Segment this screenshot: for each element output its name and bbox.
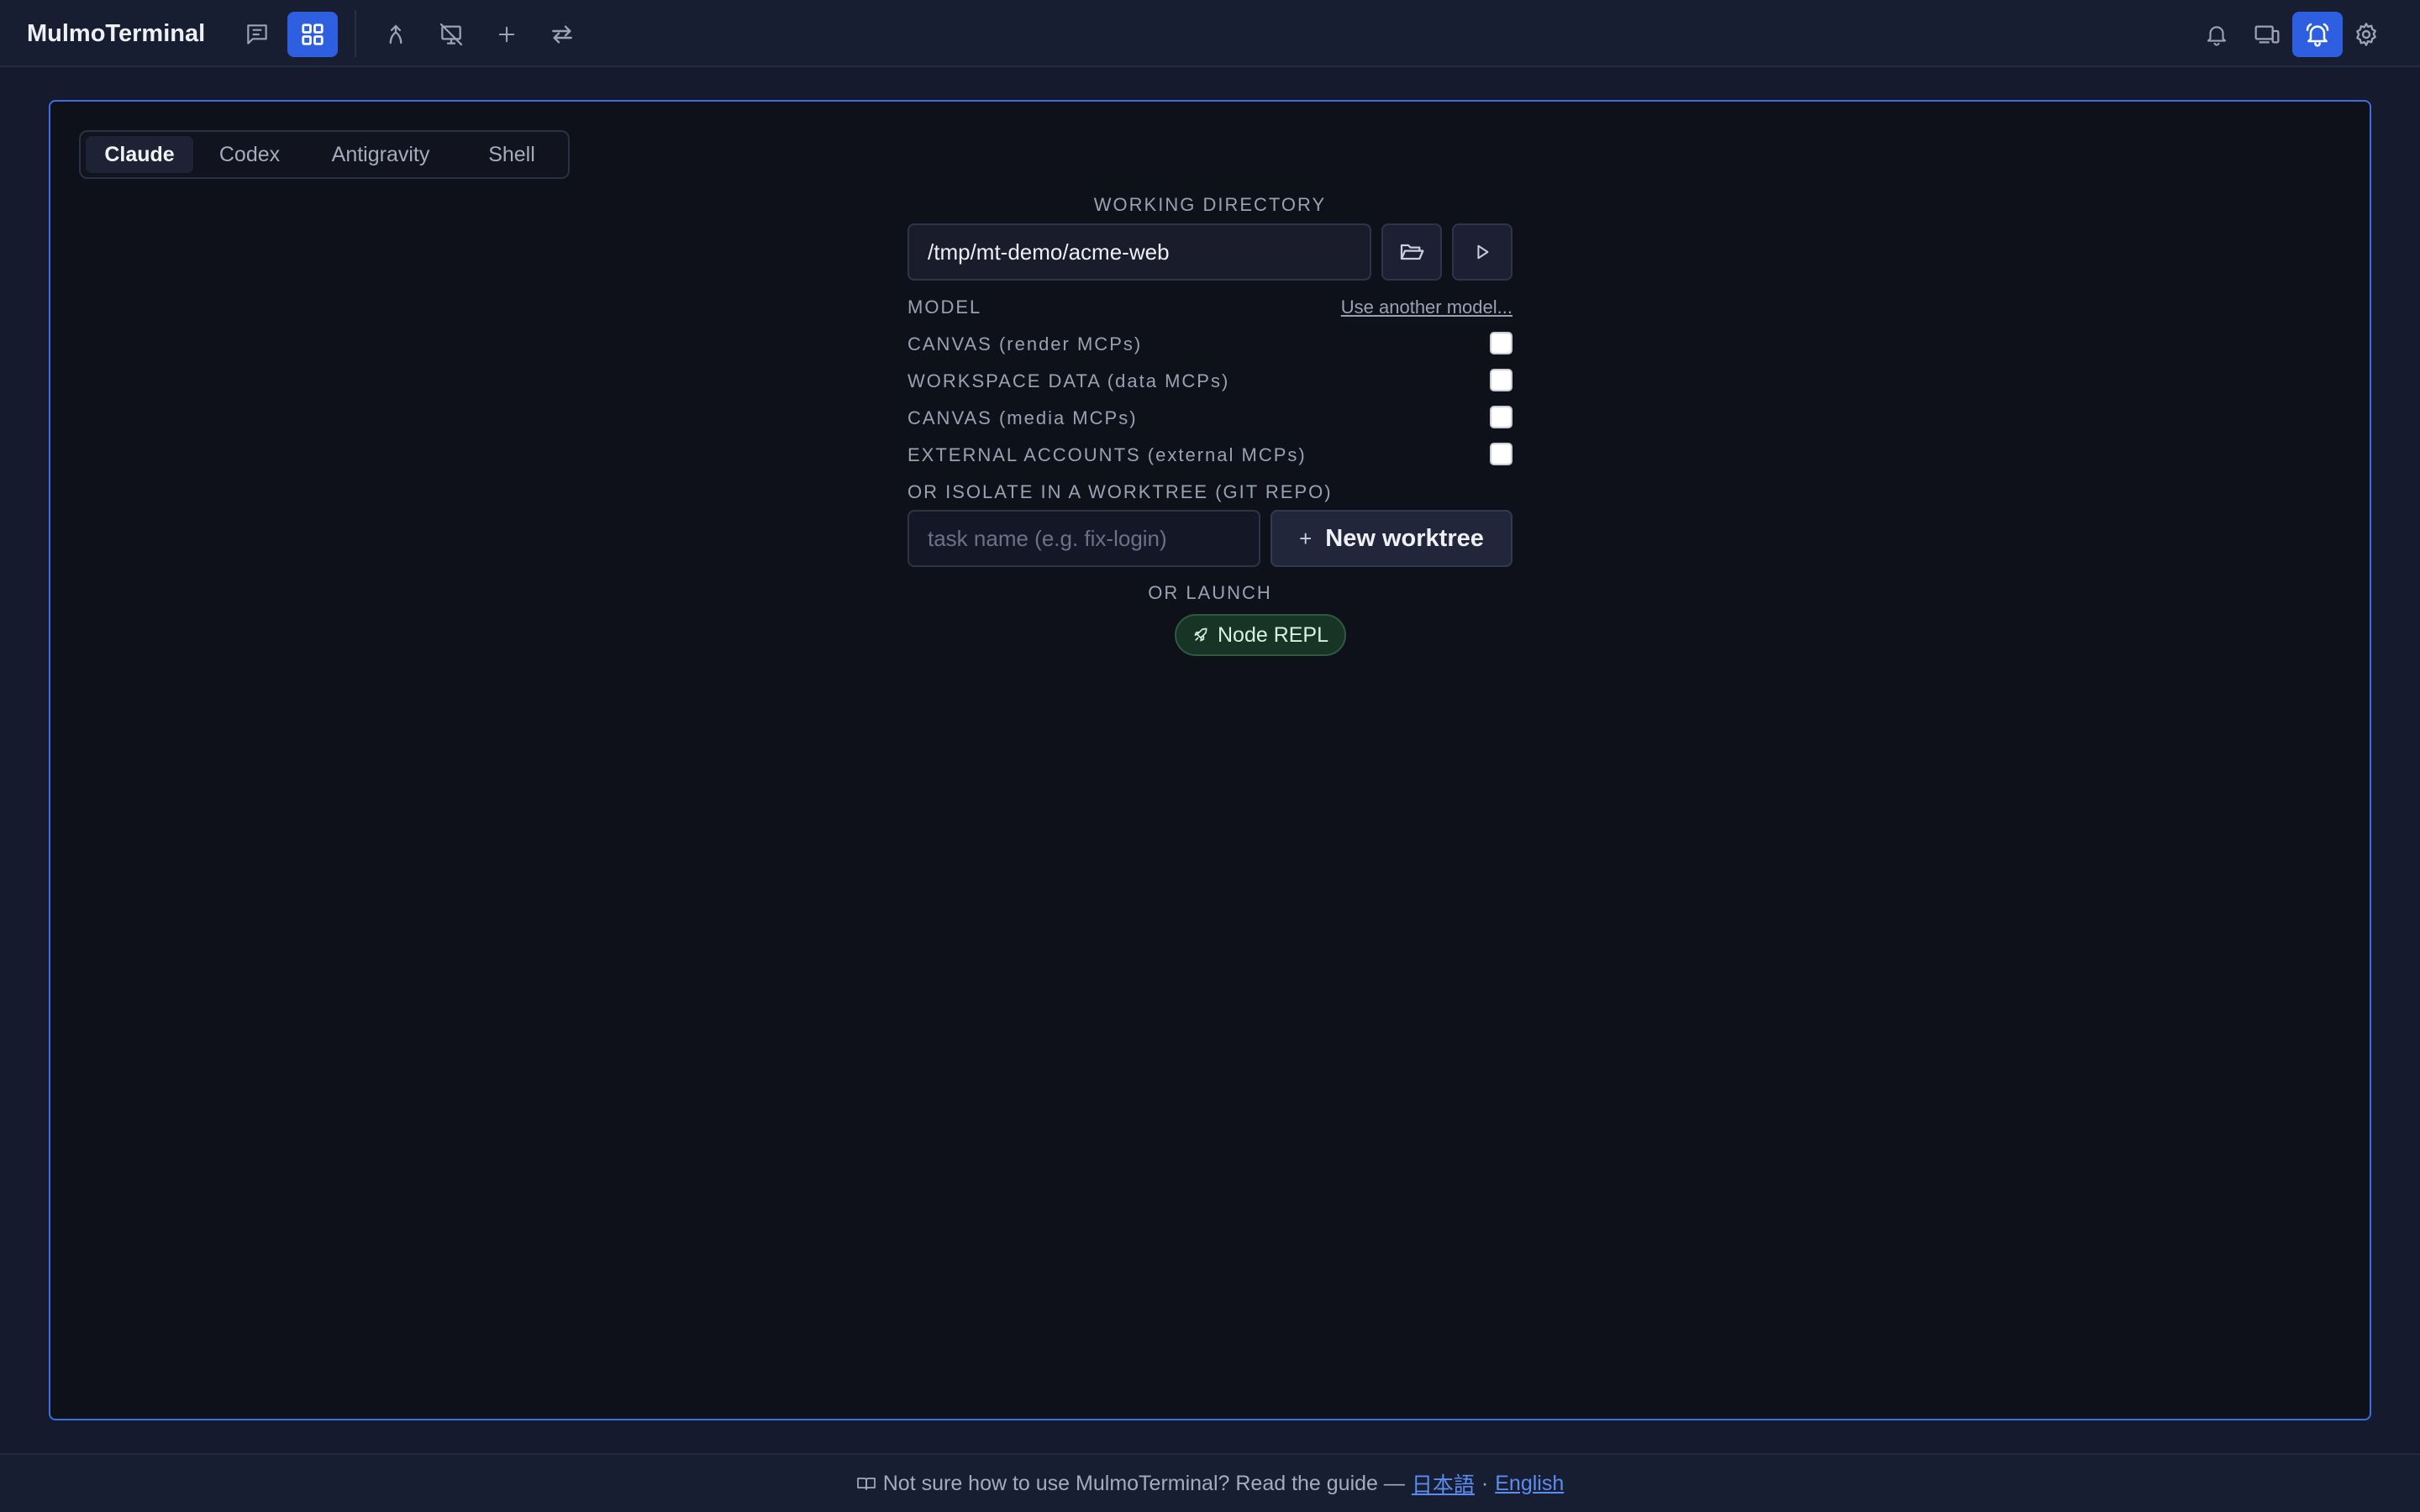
guide-icon: [856, 1473, 876, 1494]
footer: Not sure how to use MulmoTerminal? Read …: [0, 1453, 2420, 1512]
checkbox-canvas-render[interactable]: [1490, 332, 1512, 354]
checkbox-external-accounts[interactable]: [1490, 443, 1512, 465]
folder-open-icon: [1398, 239, 1425, 265]
launch-form: WORKING DIRECTORY MODEL Use another mode…: [908, 102, 1512, 774]
bell-icon: [2204, 22, 2229, 47]
swap-icon: [549, 21, 576, 48]
play-icon: [1473, 243, 1491, 261]
footer-separator: ·: [1481, 1471, 1489, 1495]
chat-button[interactable]: [232, 12, 282, 57]
guide-link-english[interactable]: English: [1495, 1472, 1564, 1496]
tab-codex[interactable]: Codex: [198, 136, 301, 173]
node-repl-button[interactable]: Node REPL: [1175, 614, 1346, 656]
use-another-model-link[interactable]: Use another model...: [1341, 297, 1512, 318]
agent-tabs: Claude Codex Antigravity Shell: [79, 130, 570, 179]
working-directory-label: WORKING DIRECTORY: [1093, 194, 1327, 215]
grid-view-button[interactable]: [287, 12, 338, 57]
notifications-button[interactable]: [2191, 12, 2242, 57]
no-screen-icon: [438, 21, 465, 48]
start-session-button[interactable]: [1452, 223, 1512, 281]
option-label-canvas-render: CANVAS (render MCPs): [908, 333, 1143, 354]
model-label: MODEL: [908, 297, 982, 318]
tab-shell[interactable]: Shell: [460, 136, 563, 173]
top-bar: MulmoTerminal: [0, 0, 2420, 67]
option-label-workspace-data: WORKSPACE DATA (data MCPs): [908, 370, 1230, 391]
plus-icon: [495, 23, 518, 46]
toolbar-divider: [355, 10, 356, 57]
merge-icon: [383, 22, 408, 47]
devices-icon: [2254, 21, 2281, 48]
browse-folder-button[interactable]: [1381, 223, 1442, 281]
checkbox-workspace-data[interactable]: [1490, 369, 1512, 391]
option-label-canvas-media: CANVAS (media MCPs): [908, 407, 1138, 428]
worktree-label: OR ISOLATE IN A WORKTREE (GIT REPO): [908, 481, 1333, 502]
rocket-icon: [1192, 627, 1209, 643]
settings-button[interactable]: [2343, 12, 2390, 57]
chat-icon: [244, 21, 271, 48]
working-directory-input[interactable]: [908, 223, 1371, 281]
merge-button[interactable]: [371, 12, 421, 57]
devices-button[interactable]: [2242, 12, 2292, 57]
new-worktree-button[interactable]: + New worktree: [1270, 510, 1512, 567]
app-title: MulmoTerminal: [27, 20, 206, 47]
footer-text: Not sure how to use MulmoTerminal? Read …: [882, 1471, 1405, 1495]
tab-claude[interactable]: Claude: [86, 136, 193, 173]
plus-icon: +: [1299, 525, 1313, 551]
alerts-toggle-button[interactable]: [2292, 12, 2343, 57]
task-name-input[interactable]: [908, 510, 1260, 567]
checkbox-canvas-media[interactable]: [1490, 406, 1512, 428]
guide-link-japanese[interactable]: 日本語: [1412, 1468, 1475, 1499]
bell-ring-icon: [2304, 21, 2331, 48]
session-launcher-panel: Claude Codex Antigravity Shell WORKING D…: [49, 100, 2371, 1420]
swap-button[interactable]: [537, 12, 587, 57]
new-worktree-label: New worktree: [1325, 524, 1484, 552]
option-label-external-accounts: EXTERNAL ACCOUNTS (external MCPs): [908, 444, 1307, 465]
gear-icon: [2353, 21, 2380, 48]
no-screen-button[interactable]: [426, 12, 476, 57]
add-button[interactable]: [481, 12, 532, 57]
node-repl-label: Node REPL: [1217, 622, 1329, 647]
launch-label: OR LAUNCH: [1148, 582, 1272, 603]
tab-antigravity[interactable]: Antigravity: [306, 136, 455, 173]
grid-icon: [300, 22, 325, 47]
